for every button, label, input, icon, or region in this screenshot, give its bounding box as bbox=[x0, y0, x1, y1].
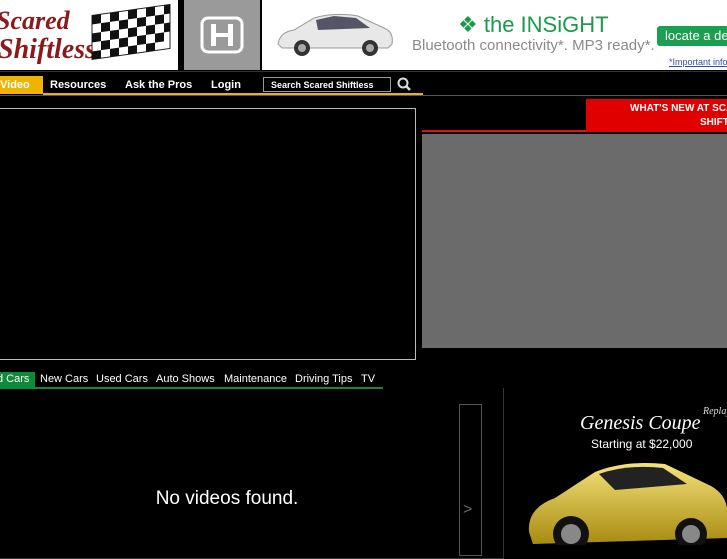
honda-h-icon bbox=[200, 16, 244, 54]
nav-resources[interactable]: Resources bbox=[50, 76, 106, 94]
search-icon[interactable] bbox=[396, 76, 412, 92]
chevron-right-icon: > bbox=[463, 501, 473, 518]
ad-price: Starting at $22,000 bbox=[591, 437, 693, 451]
ad-brand-text: the INSiGHT bbox=[483, 12, 609, 37]
video-list-panel bbox=[0, 388, 504, 559]
tab-new-cars[interactable]: New Cars bbox=[40, 372, 88, 387]
tab-tv[interactable]: TV bbox=[361, 372, 375, 387]
honda-logo[interactable] bbox=[184, 0, 260, 70]
honda-insight-ad[interactable]: ❖ the INSiGHT Bluetooth connectivity*. M… bbox=[262, 0, 727, 70]
checkered-flag-icon bbox=[91, 4, 171, 61]
whats-new-title-2: SHIFT bbox=[700, 117, 727, 128]
ad-title: Genesis Coupe bbox=[580, 412, 701, 434]
genesis-coupe-ad[interactable]: Replay Genesis Coupe Starting at $22,000 bbox=[515, 392, 727, 545]
nav-video[interactable]: Video bbox=[0, 76, 43, 94]
logo-text-2: Shiftless bbox=[0, 34, 97, 65]
coupe-car-image bbox=[528, 463, 727, 545]
ad-tagline: Bluetooth connectivity*. MP3 ready*. bbox=[412, 37, 655, 54]
insight-logo-icon: ❖ bbox=[458, 12, 478, 37]
tab-featured-cars[interactable]: d Cars bbox=[0, 372, 35, 387]
important-info-link[interactable]: *Important info bbox=[669, 57, 727, 67]
nav-login[interactable]: Login bbox=[211, 76, 241, 94]
replay-link[interactable]: Replay bbox=[703, 406, 727, 417]
tab-used-cars[interactable]: Used Cars bbox=[96, 372, 148, 387]
car-image bbox=[277, 13, 393, 56]
locate-dealer-button[interactable]: locate a de bbox=[657, 26, 727, 46]
site-logo[interactable]: Scared Shiftless bbox=[0, 0, 178, 70]
whats-new-header: WHAT'S NEW AT SCA SHIFT bbox=[586, 99, 727, 132]
video-player[interactable] bbox=[0, 108, 416, 360]
header-rule bbox=[0, 71, 727, 75]
logo-text-1: Scared bbox=[0, 6, 70, 35]
tab-auto-shows[interactable]: Auto Shows bbox=[156, 372, 215, 387]
ad-brand: ❖ the INSiGHT bbox=[458, 12, 609, 38]
video-list-next-button[interactable]: > bbox=[459, 404, 482, 556]
no-videos-message: No videos found. bbox=[155, 488, 299, 509]
main-nav: Video Resources Ask the Pros Login Searc… bbox=[0, 76, 727, 96]
category-tabs: d Cars New Cars Used Cars Auto Shows Mai… bbox=[0, 372, 383, 389]
whats-new-title: WHAT'S NEW AT SCA bbox=[630, 103, 727, 114]
search-input[interactable]: Search Scared Shiftless bbox=[263, 77, 391, 92]
whats-new-panel bbox=[422, 134, 727, 348]
tab-maintenance[interactable]: Maintenance bbox=[224, 372, 287, 387]
nav-ask-the-pros[interactable]: Ask the Pros bbox=[125, 76, 192, 94]
nav-rule bbox=[0, 95, 727, 96]
tab-driving-tips[interactable]: Driving Tips bbox=[295, 372, 352, 387]
